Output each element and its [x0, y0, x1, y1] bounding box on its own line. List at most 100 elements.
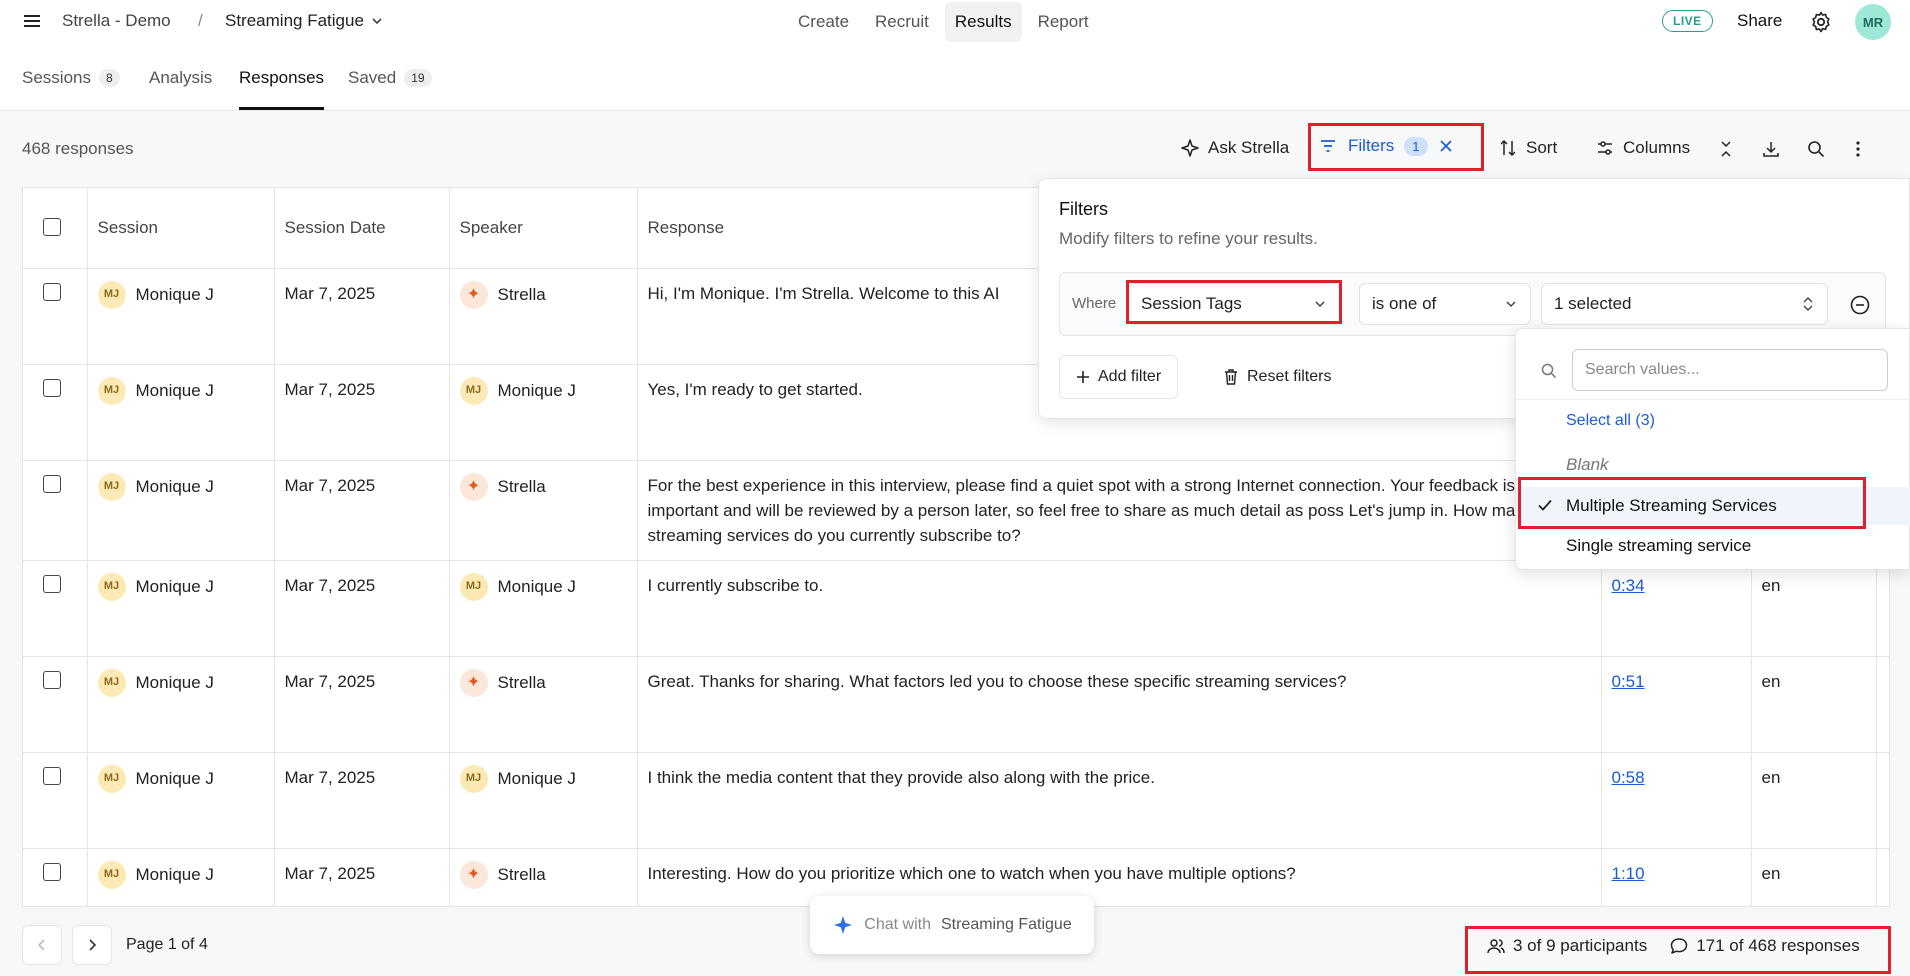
session-avatar: MJ — [97, 472, 126, 501]
collapse-icon[interactable] — [1716, 139, 1736, 159]
chat-button[interactable]: Chat with Streaming Fatigue — [810, 896, 1094, 954]
chevron-left-icon — [37, 939, 45, 951]
live-badge: LIVE — [1662, 10, 1713, 32]
time-cell: 1:10 — [1601, 848, 1752, 906]
sub-tabs: Sessions 8 Analysis Responses Saved 19 — [0, 44, 1910, 111]
responses-stat: 171 of 468 responses — [1669, 936, 1860, 956]
blank-option[interactable]: Blank — [1566, 455, 1609, 475]
sort-button[interactable]: Sort — [1498, 138, 1557, 158]
filter-icon — [1321, 140, 1335, 152]
download-icon[interactable] — [1761, 139, 1781, 159]
timestamp-link[interactable]: 0:51 — [1612, 672, 1645, 691]
filters-count-badge: 1 — [1404, 136, 1428, 156]
user-avatar[interactable]: MR — [1855, 4, 1891, 40]
option-highlight — [1518, 477, 1866, 529]
gear-icon[interactable] — [1809, 10, 1833, 34]
time-cell: 0:34 — [1601, 560, 1752, 657]
timestamp-link[interactable]: 0:34 — [1612, 576, 1645, 595]
option-single-streaming-service[interactable]: Single streaming service — [1566, 536, 1751, 556]
add-filter-button[interactable]: Add filter — [1059, 355, 1179, 399]
header-session[interactable]: Session — [87, 188, 275, 269]
speaker-cell: MJ Monique J — [449, 364, 638, 461]
ask-strella-button[interactable]: Ask Strella — [1180, 138, 1289, 158]
table-row[interactable]: MJ Monique J Mar 7, 2025 MJ Monique J I curre… — [23, 560, 1889, 657]
session-cell[interactable]: MJ Monique J — [87, 268, 275, 365]
share-button[interactable]: Share — [1737, 11, 1782, 31]
search-icon[interactable] — [1806, 139, 1826, 159]
extra-cell — [1876, 560, 1889, 657]
language-cell: en — [1751, 656, 1877, 753]
filter-panel-title: Filters — [1059, 199, 1108, 219]
select-all-option[interactable]: Select all (3) — [1566, 412, 1655, 430]
session-avatar: MJ — [97, 280, 126, 309]
timestamp-link[interactable]: 0:58 — [1612, 768, 1645, 787]
nav-create[interactable]: Create — [788, 2, 859, 42]
nav-recruit[interactable]: Recruit — [865, 2, 939, 42]
sessions-count: 8 — [98, 69, 120, 87]
speaker-name: Strella — [497, 673, 546, 692]
session-cell[interactable]: MJ Monique J — [87, 460, 275, 561]
breadcrumb-org[interactable]: Strella - Demo — [62, 11, 171, 31]
filter-value-text: 1 selected — [1554, 294, 1632, 313]
tab-responses[interactable]: Responses — [239, 68, 324, 88]
speaker-cell: ✦ Strella — [449, 848, 638, 906]
row-checkbox[interactable] — [43, 574, 61, 593]
response-cell: I currently subscribe to. — [637, 560, 1602, 657]
row-checkbox[interactable] — [43, 766, 61, 785]
speaker-name: Monique J — [497, 381, 576, 400]
tab-saved[interactable]: Saved 19 — [348, 68, 432, 88]
nav-results[interactable]: Results — [944, 2, 1022, 42]
session-cell[interactable]: MJ Monique J — [87, 752, 275, 849]
speaker-cell: ✦ Strella — [449, 268, 638, 365]
hamburger-menu-icon[interactable] — [22, 11, 42, 31]
table-row[interactable]: MJ Monique J Mar 7, 2025 MJ Monique J I think… — [23, 752, 1889, 849]
row-select-cell — [23, 268, 88, 365]
header-session-date[interactable]: Session Date — [274, 188, 450, 269]
filters-button[interactable]: Filters 1 — [1318, 136, 1454, 156]
where-label: Where — [1072, 295, 1117, 312]
session-cell[interactable]: MJ Monique J — [87, 560, 275, 657]
remove-filter-icon[interactable] — [1850, 295, 1870, 315]
date-cell: Mar 7, 2025 — [274, 848, 450, 906]
timestamp-link[interactable]: 1:10 — [1612, 864, 1645, 883]
extra-cell — [1876, 848, 1889, 906]
strella-avatar: ✦ — [459, 472, 488, 501]
tab-sessions[interactable]: Sessions 8 — [22, 68, 120, 88]
session-avatar: MJ — [97, 764, 126, 793]
row-checkbox[interactable] — [43, 474, 61, 493]
prev-page-button[interactable] — [22, 925, 62, 965]
breadcrumb-project[interactable]: Streaming Fatigue — [225, 11, 384, 31]
row-checkbox[interactable] — [43, 862, 61, 881]
row-checkbox[interactable] — [43, 282, 61, 301]
date-cell: Mar 7, 2025 — [274, 460, 450, 561]
table-row[interactable]: MJ Monique J Mar 7, 2025 ✦ Strella Great. Tha… — [23, 656, 1889, 753]
nav-report[interactable]: Report — [1028, 2, 1099, 42]
columns-icon — [1598, 141, 1612, 155]
participants-text: 3 of 9 participants — [1513, 936, 1648, 955]
search-values-input[interactable] — [1572, 349, 1888, 391]
field-select-highlight — [1126, 280, 1342, 324]
select-all-checkbox[interactable] — [43, 218, 61, 237]
session-cell[interactable]: MJ Monique J — [87, 656, 275, 753]
session-cell[interactable]: MJ Monique J — [87, 848, 275, 906]
reset-filters-button[interactable]: Reset filters — [1213, 355, 1341, 399]
session-cell[interactable]: MJ Monique J — [87, 364, 275, 461]
next-page-button[interactable] — [72, 925, 112, 965]
header-speaker[interactable]: Speaker — [449, 188, 638, 269]
speaker-cell: ✦ Strella — [449, 460, 638, 561]
row-checkbox[interactable] — [43, 670, 61, 689]
strella-avatar: ✦ — [459, 280, 488, 309]
row-checkbox[interactable] — [43, 378, 61, 397]
filter-value-select[interactable]: 1 selected — [1541, 283, 1828, 325]
more-options-icon[interactable] — [1848, 139, 1868, 159]
filter-operator-select[interactable]: is one of — [1359, 283, 1531, 325]
response-cell: I think the media content that they prov… — [637, 752, 1602, 849]
responses-text: 171 of 468 responses — [1696, 936, 1860, 955]
columns-button[interactable]: Columns — [1595, 138, 1690, 158]
close-icon[interactable] — [1438, 138, 1454, 154]
tab-analysis[interactable]: Analysis — [149, 68, 212, 88]
language-cell: en — [1751, 560, 1877, 657]
speaker-avatar: MJ — [459, 376, 488, 405]
date-cell: Mar 7, 2025 — [274, 268, 450, 365]
session-avatar: MJ — [97, 668, 126, 697]
